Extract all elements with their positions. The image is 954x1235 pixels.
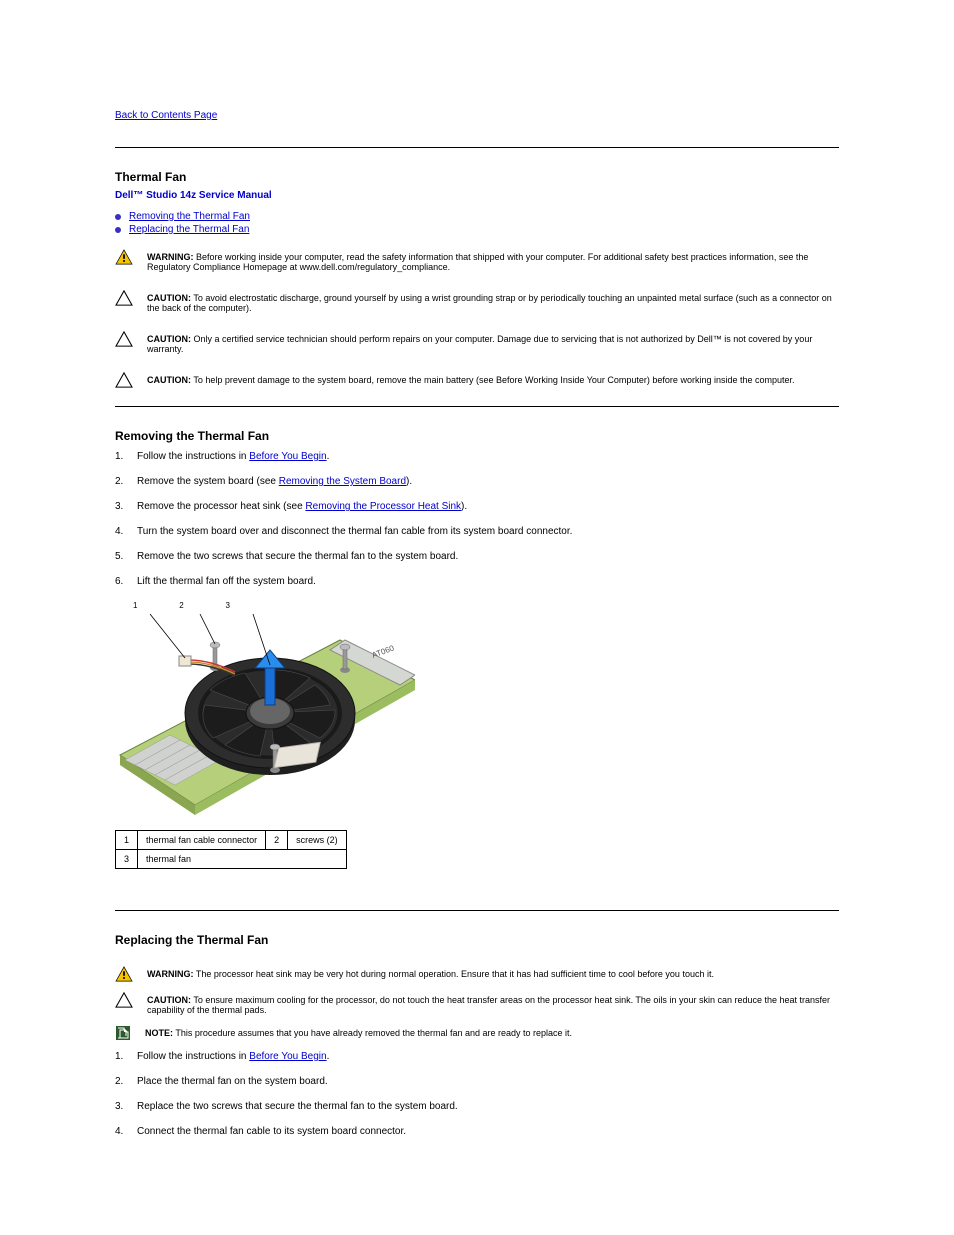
caution-block: CAUTION: To help prevent damage to the s… [115,372,839,388]
caution-icon [115,992,133,1008]
caution-icon [115,372,133,388]
back-to-contents-link[interactable]: Back to Contents Page [115,110,217,121]
warning-block: WARNING: Before working inside your comp… [115,249,839,272]
bullet-icon [115,227,121,233]
warning-block: WARNING: The processor heat sink may be … [115,966,839,982]
svg-text:AT060: AT060 [371,643,396,660]
note-block: NOTE: This procedure assumes that you ha… [115,1025,839,1041]
divider [115,910,839,911]
warning-icon [115,966,133,982]
divider [115,147,839,148]
fan-illustration: AT060 [115,610,415,820]
note-text: NOTE: This procedure assumes that you ha… [145,1025,839,1038]
section-heading-remove: Removing the Thermal Fan [115,429,839,443]
caution-block: CAUTION: Only a certified service techni… [115,331,839,354]
caution-icon [115,290,133,306]
caution-text: CAUTION: Only a certified service techni… [147,331,839,354]
caution-icon [115,331,133,347]
step-link-begin[interactable]: Before You Begin [249,451,326,462]
page-title: Thermal Fan [115,170,839,184]
callout-2: 2 [179,601,223,610]
caution-text: CAUTION: To ensure maximum cooling for t… [147,992,839,1015]
caution-text: CAUTION: To avoid electrostatic discharg… [147,290,839,313]
toc-link-replace[interactable]: Replacing the Thermal Fan [129,224,249,235]
caution-text: CAUTION: To help prevent damage to the s… [147,372,839,385]
toc: Removing the Thermal Fan Replacing the T… [115,211,839,235]
note-icon [115,1025,131,1041]
section-heading-replace: Replacing the Thermal Fan [115,933,839,947]
warning-icon [115,249,133,265]
step-link-sysboard[interactable]: Removing the System Board [279,476,406,487]
fan-diagram: 1 2 3 AT060 [115,601,839,820]
warning-text: WARNING: The processor heat sink may be … [147,966,839,979]
callout-3: 3 [225,601,269,610]
caution-block: CAUTION: To avoid electrostatic discharg… [115,290,839,313]
table-row: 1 thermal fan cable connector 2 screws (… [116,831,347,850]
warning-text: WARNING: Before working inside your comp… [147,249,839,272]
caution-block: CAUTION: To ensure maximum cooling for t… [115,992,839,1015]
step-link-heatsink[interactable]: Removing the Processor Heat Sink [305,501,461,512]
steps-remove: 1.Follow the instructions in Before You … [115,451,839,587]
step-link-begin-2[interactable]: Before You Begin [249,1051,326,1062]
table-row: 3 thermal fan [116,850,347,869]
bullet-icon [115,214,121,220]
divider [115,406,839,407]
steps-replace: 1.Follow the instructions in Before You … [115,1051,839,1137]
legend-table: 1 thermal fan cable connector 2 screws (… [115,830,347,869]
toc-link-remove[interactable]: Removing the Thermal Fan [129,211,250,222]
callout-1: 1 [133,601,177,610]
manual-title: Dell™ Studio 14z Service Manual [115,190,839,201]
